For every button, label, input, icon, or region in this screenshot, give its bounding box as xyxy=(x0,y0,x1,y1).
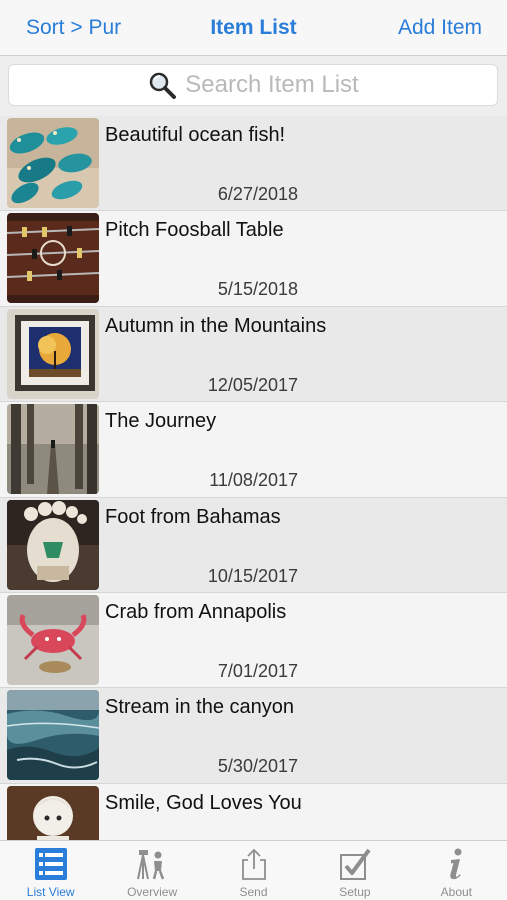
item-date: 12/05/2017 xyxy=(207,374,298,395)
list-item[interactable]: Autumn in the Mountains 12/05/2017 xyxy=(0,306,507,403)
share-icon xyxy=(241,848,266,880)
item-thumbnail xyxy=(7,785,99,840)
tab-setup[interactable]: Setup xyxy=(304,841,405,900)
checkbox-icon xyxy=(339,848,371,880)
list-item[interactable]: Foot from Bahamas 10/15/2017 xyxy=(0,497,507,593)
list-item[interactable]: The Journey 11/08/2017 xyxy=(0,402,507,498)
tab-label: Send xyxy=(239,885,268,899)
search-placeholder: Search Item List xyxy=(185,71,359,98)
item-date: 5/15/2018 xyxy=(217,279,298,300)
item-date: 5/30/2017 xyxy=(217,756,298,777)
item-thumbnail xyxy=(7,118,99,208)
list-view-icon xyxy=(34,848,67,880)
item-thumbnail xyxy=(7,594,99,685)
item-title: Crab from Annapolis xyxy=(105,600,287,623)
tab-label: Setup xyxy=(339,885,371,899)
list-item[interactable]: Smile, God Loves You xyxy=(0,783,507,840)
magnifying-glass-icon xyxy=(150,72,177,99)
tab-label: List View xyxy=(26,885,75,899)
item-title: The Journey xyxy=(105,410,217,433)
add-item-button[interactable]: Add Item xyxy=(398,15,482,41)
list-item[interactable]: Crab from Annapolis 7/01/2017 xyxy=(0,592,507,689)
item-title: Smile, God Loves You xyxy=(105,791,302,814)
tab-label: Overview xyxy=(127,885,178,899)
item-thumbnail xyxy=(7,404,99,495)
search-area: Search Item List xyxy=(0,56,507,116)
info-icon xyxy=(450,848,462,880)
item-date: 11/08/2017 xyxy=(209,470,298,491)
item-date: 6/27/2018 xyxy=(217,184,298,204)
tab-send[interactable]: Send xyxy=(203,841,304,900)
item-thumbnail xyxy=(7,690,99,781)
item-thumbnail xyxy=(7,213,99,304)
surveyor-icon xyxy=(137,850,165,880)
list-item[interactable]: Pitch Foosball Table 5/15/2018 xyxy=(0,211,507,307)
item-thumbnail xyxy=(7,499,99,590)
item-title: Beautiful ocean fish! xyxy=(105,124,286,146)
tab-list-view[interactable]: List View xyxy=(0,841,101,900)
item-date: 7/01/2017 xyxy=(217,660,298,681)
item-title: Stream in the canyon xyxy=(105,696,294,719)
page-title: Item List xyxy=(210,16,297,39)
item-thumbnail xyxy=(7,308,99,399)
tab-about[interactable]: About xyxy=(406,841,507,900)
tab-overview[interactable]: Overview xyxy=(101,841,202,900)
list-item[interactable]: Beautiful ocean fish! 6/27/2018 xyxy=(0,116,507,212)
navigation-bar: Sort > Pur Item List Add Item xyxy=(0,0,507,56)
item-date: 10/15/2017 xyxy=(207,565,298,586)
item-title: Foot from Bahamas xyxy=(105,505,281,528)
tab-label: About xyxy=(440,885,472,899)
item-title: Pitch Foosball Table xyxy=(105,219,284,242)
list-item[interactable]: Stream in the canyon 5/30/2017 xyxy=(0,688,507,784)
item-list: Beautiful ocean fish! 6/27/2018 Pitch Fo… xyxy=(0,116,507,840)
tab-bar: List View Overview Send Setup About xyxy=(0,840,507,900)
sort-button[interactable]: Sort > Pur xyxy=(26,15,121,41)
item-title: Autumn in the Mountains xyxy=(105,314,327,337)
search-input[interactable]: Search Item List xyxy=(8,64,498,106)
